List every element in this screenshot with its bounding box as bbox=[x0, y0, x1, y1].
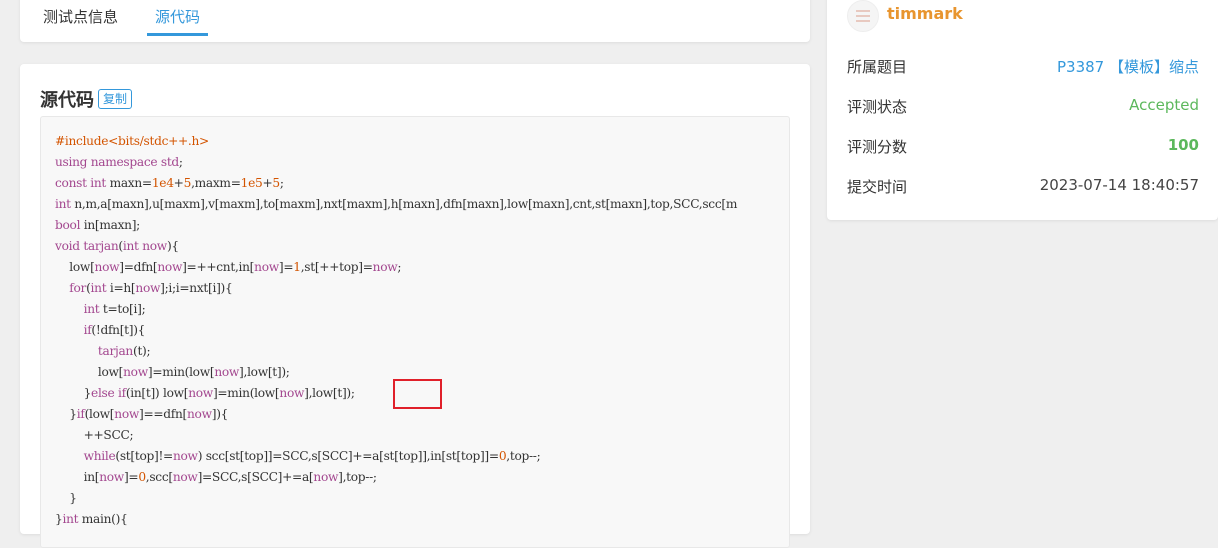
copy-button[interactable]: 复制 bbox=[98, 89, 133, 109]
code-line: } bbox=[55, 491, 77, 505]
code-line: int t=to[i]; bbox=[83, 302, 146, 316]
code-line: for(int i=h[now];i;i=nxt[i]){ bbox=[69, 281, 233, 295]
code-line: tarjan(t); bbox=[97, 344, 151, 358]
tabs-card: 测试点信息 源代码 bbox=[20, 0, 810, 42]
code-line: }else if(in[t]) low[now]=min(low[now],lo… bbox=[55, 386, 355, 400]
code-line: #include<bits/stdc++.h> bbox=[55, 134, 209, 148]
code-line: low[now]=dfn[now]=++cnt,in[now]=1,st[++t… bbox=[55, 260, 402, 274]
code-line: int n,m,a[maxn],u[maxm],v[maxm],to[maxm]… bbox=[55, 197, 738, 211]
time-label: 提交时间 bbox=[847, 178, 908, 196]
score-value: 100 bbox=[1167, 136, 1199, 154]
avatar[interactable] bbox=[847, 0, 879, 32]
submission-info-card: timmark 所属题目 P3387 【模板】缩点 评测状态 Accepted … bbox=[827, 0, 1218, 220]
info-row-problem: 所属题目 P3387 【模板】缩点 bbox=[847, 56, 1199, 80]
code-line: if(!dfn[t]){ bbox=[83, 323, 146, 337]
status-value: Accepted bbox=[1129, 96, 1199, 114]
tab-source-code[interactable]: 源代码 bbox=[147, 0, 209, 36]
code-text: #include<bits/stdc++.h> using namespace s… bbox=[55, 131, 737, 530]
status-label: 评测状态 bbox=[847, 98, 908, 116]
info-row-status: 评测状态 Accepted bbox=[847, 96, 1199, 120]
code-line: in[now]=0,scc[now]=SCC,s[SCC]+=a[now],to… bbox=[55, 470, 377, 484]
source-code-card: 源代码 复制 #include<bits/stdc++.h> using name… bbox=[20, 64, 810, 548]
code-line: low[now]=min(low[now],low[t]); bbox=[55, 365, 290, 379]
code-line: while(st[top]!=now) scc[st[top]]=SCC,s[S… bbox=[83, 449, 541, 463]
code-line: using namespace std; bbox=[55, 155, 183, 169]
code-line: ++SCC; bbox=[55, 428, 134, 442]
source-code-title: 源代码 bbox=[40, 90, 94, 111]
problem-label: 所属题目 bbox=[847, 58, 908, 76]
code-line: }if(low[now]==dfn[now]){ bbox=[55, 407, 229, 421]
code-block[interactable]: #include<bits/stdc++.h> using namespace s… bbox=[40, 116, 790, 548]
code-line: bool in[maxn]; bbox=[55, 218, 140, 232]
problem-link[interactable]: P3387 【模板】缩点 bbox=[1057, 56, 1199, 77]
info-row-score: 评测分数 100 bbox=[847, 136, 1199, 160]
username-link[interactable]: timmark bbox=[887, 4, 963, 23]
time-value: 2023-07-14 18:40:57 bbox=[1039, 176, 1199, 194]
score-label: 评测分数 bbox=[847, 138, 908, 156]
code-line: void tarjan(int now){ bbox=[55, 239, 179, 253]
tab-test-info[interactable]: 测试点信息 bbox=[35, 0, 126, 36]
info-row-time: 提交时间 2023-07-14 18:40:57 bbox=[847, 176, 1199, 200]
code-line: const int maxn=1e4+5,maxm=1e5+5; bbox=[55, 176, 284, 190]
